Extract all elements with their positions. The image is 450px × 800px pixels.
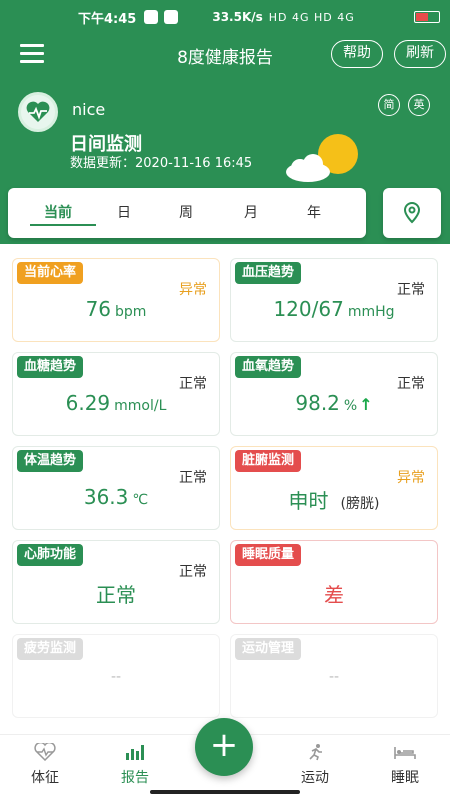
nav-label: 体征 [31, 770, 59, 786]
nav-report[interactable]: 报告 [100, 743, 170, 787]
lang-english-button[interactable]: 英 [408, 94, 430, 116]
card-value: 差 [324, 583, 344, 607]
tab-current[interactable]: 当前 [44, 202, 72, 222]
card-tag: 脏腑监测 [235, 450, 302, 472]
heart-rate-card[interactable]: 当前心率 异常 76 bpm [12, 258, 220, 342]
status-label: 正常 [397, 282, 425, 298]
nav-vitals[interactable]: 体征 [10, 743, 80, 787]
tab-week[interactable]: 周 [179, 202, 193, 222]
organ-monitor-card[interactable]: 脏腑监测 异常 申时 (膀胱) [230, 446, 438, 530]
card-tag: 睡眠质量 [235, 544, 302, 566]
location-pin-icon [403, 202, 421, 224]
value-number: 76 [85, 297, 112, 321]
value-number: 申时 [288, 489, 329, 513]
card-value: 98.2% ↑ [231, 391, 437, 415]
weather-sun-cloud-icon [286, 134, 358, 182]
card-tag: 疲劳监测 [17, 638, 84, 660]
card-value: 76 bpm [13, 297, 219, 321]
sleep-quality-card[interactable]: 睡眠质量 差 [230, 540, 438, 624]
app-notification-icon [144, 10, 159, 24]
tab-month[interactable]: 月 [244, 202, 258, 222]
value-number: 98.2 [295, 391, 340, 415]
blood-sugar-card[interactable]: 血糖趋势 正常 6.29 mmol/L [12, 352, 220, 436]
card-value: 120/67 mmHg [231, 297, 437, 321]
card-value: 正常 [96, 583, 136, 607]
update-time: 2020-11-16 16:45 [135, 156, 253, 171]
card-value: 36.3 ℃ [13, 485, 219, 509]
nav-label: 报告 [121, 770, 149, 786]
signal-indicators: HD 4G HD 4G [268, 10, 355, 24]
nav-label: 运动 [301, 770, 329, 786]
card-tag: 运动管理 [235, 638, 302, 660]
cardio-card[interactable]: 心肺功能 正常 正常 [12, 540, 220, 624]
card-tag: 心肺功能 [17, 544, 84, 566]
status-label: 正常 [397, 376, 425, 392]
value-sub: (膀胱) [340, 496, 380, 512]
card-value: 申时 (膀胱) [231, 485, 437, 514]
status-time: 下午4:45 [78, 11, 137, 27]
value-unit: mmHg [347, 304, 395, 320]
tab-active-indicator [30, 224, 96, 226]
bar-chart-icon [126, 745, 144, 760]
value-number: 36.3 [83, 485, 129, 509]
app-notification-icon-2 [164, 10, 179, 24]
status-bar: 下午4:45 33.5K/s HD 4G HD 4G [0, 0, 450, 34]
running-icon [309, 744, 322, 761]
refresh-button[interactable]: 刷新 [394, 40, 446, 68]
value-unit: mmol/L [114, 398, 167, 414]
card-tag: 血糖趋势 [17, 356, 84, 378]
nav-sleep[interactable]: 睡眠 [370, 743, 440, 787]
status-label: 正常 [179, 470, 207, 486]
help-button[interactable]: 帮助 [331, 40, 383, 68]
blood-oxygen-card[interactable]: 血氧趋势 正常 98.2% ↑ [230, 352, 438, 436]
status-label: 正常 [179, 564, 207, 580]
lang-simplified-button[interactable]: 简 [378, 94, 400, 116]
app-header: 8度健康报告 帮助 刷新 [0, 34, 450, 74]
value-number: 120/67 [273, 297, 344, 321]
blood-pressure-card[interactable]: 血压趋势 正常 120/67 mmHg [230, 258, 438, 342]
fatigue-card[interactable]: 疲劳监测 -- [12, 634, 220, 718]
value-number: 6.29 [65, 391, 111, 415]
update-label: 数据更新： [70, 156, 136, 171]
status-label: 异常 [179, 282, 207, 298]
value-unit: % [343, 398, 358, 414]
nav-sport[interactable]: 运动 [280, 743, 350, 787]
card-tag: 血压趋势 [235, 262, 302, 284]
tab-day[interactable]: 日 [117, 202, 131, 222]
temperature-card[interactable]: 体温趋势 正常 36.3 ℃ [12, 446, 220, 530]
period-tabs: 当前 日 周 月 年 [8, 188, 366, 238]
trend-up-arrow-icon: ↑ [359, 395, 373, 414]
tab-year[interactable]: 年 [307, 202, 321, 222]
heart-pulse-icon [34, 743, 56, 761]
card-tag: 血氧趋势 [235, 356, 302, 378]
card-value: -- [328, 669, 340, 685]
network-speed: 33.5K/s [212, 10, 263, 24]
add-button[interactable]: + [195, 718, 253, 776]
update-time-line: 数据更新：2020-11-16 16:45 [70, 152, 252, 171]
battery-icon [414, 11, 440, 23]
status-label: 异常 [397, 470, 425, 486]
exercise-card[interactable]: 运动管理 -- [230, 634, 438, 718]
nav-label: 睡眠 [391, 770, 419, 786]
bed-icon [394, 747, 416, 759]
status-label: 正常 [179, 376, 207, 392]
avatar[interactable] [18, 92, 58, 132]
value-unit: ℃ [132, 492, 149, 508]
card-tag: 当前心率 [17, 262, 84, 284]
heart-icon [26, 101, 50, 122]
home-indicator[interactable] [150, 790, 300, 794]
card-value: -- [110, 669, 122, 685]
username: nice [72, 100, 106, 119]
card-value: 6.29 mmol/L [13, 391, 219, 415]
location-button[interactable] [383, 188, 441, 238]
card-tag: 体温趋势 [17, 450, 84, 472]
value-unit: bpm [115, 304, 147, 320]
